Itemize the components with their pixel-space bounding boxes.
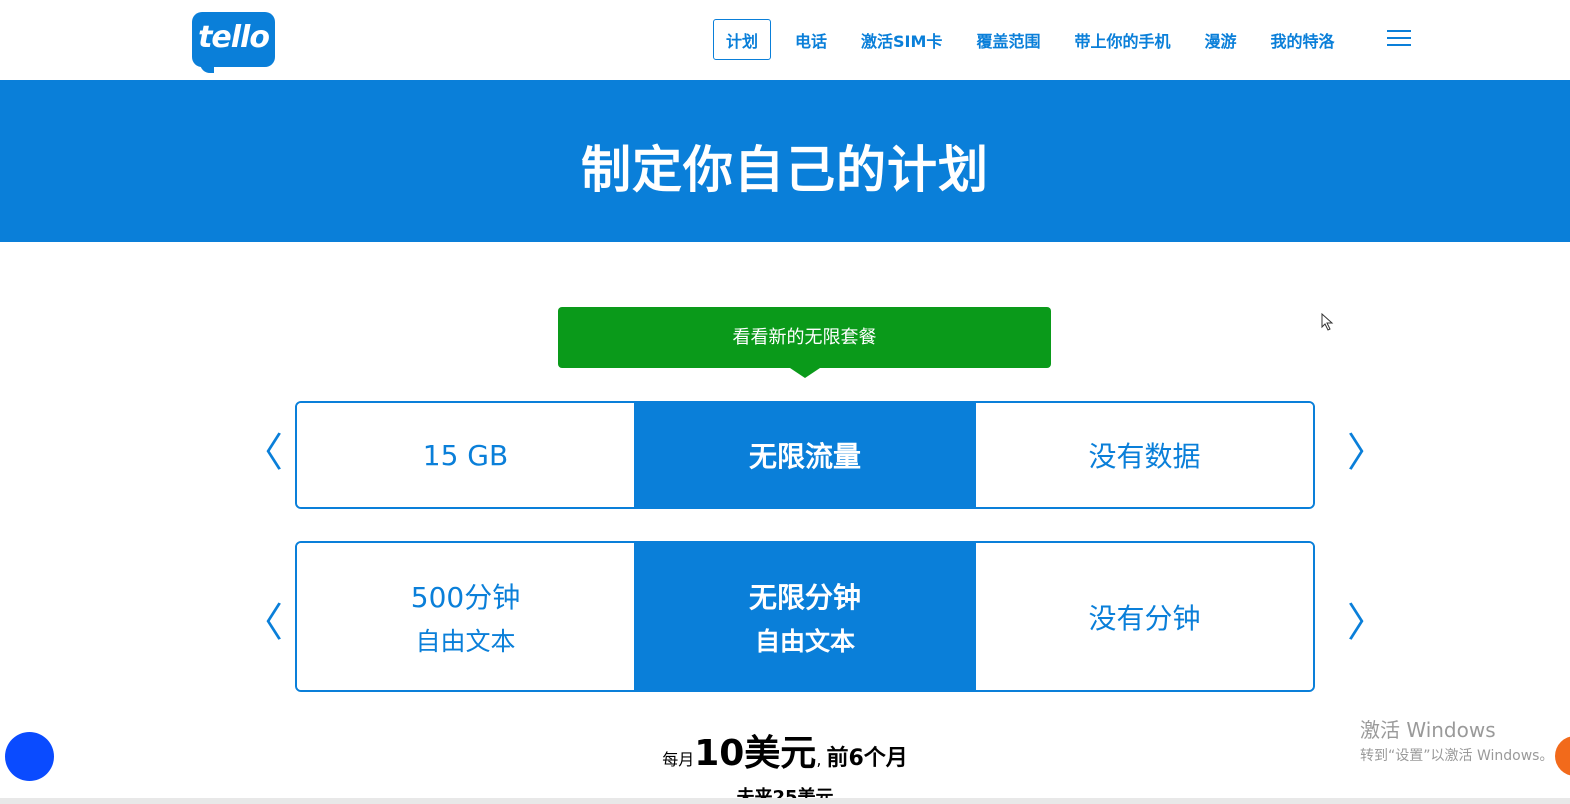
nav-item-plans[interactable]: 计划: [713, 19, 772, 60]
logo-text: tello: [198, 20, 270, 55]
nav-item-activate-sim[interactable]: 激活SIM卡: [849, 19, 954, 60]
data-option-label: 无限流量: [748, 440, 861, 473]
minutes-option-unlimited[interactable]: 无限分钟 自由文本: [634, 543, 976, 690]
data-option-label: 15 GB: [422, 438, 509, 472]
site-header: tello 计划 电话 激活SIM卡 覆盖范围 带上你的手机 漫游 我的特洛: [0, 0, 1570, 80]
minutes-option-label: 没有分钟: [1088, 601, 1201, 635]
chevron-left-icon[interactable]: 〈: [243, 603, 283, 643]
chevron-right-icon[interactable]: 〉: [1347, 603, 1387, 643]
data-option-unlimited[interactable]: 无限流量: [634, 403, 976, 507]
watermark-title: 激活 Windows: [1360, 718, 1496, 742]
hero-banner: 制定你自己的计划: [0, 80, 1570, 242]
data-selector: 15 GB 无限流量 没有数据: [295, 401, 1315, 509]
plan-price: 每月10美元, 前6个月: [0, 724, 1570, 776]
price-prefix: 每月: [662, 750, 695, 769]
minutes-selector: 500分钟 自由文本 无限分钟 自由文本 没有分钟: [295, 541, 1315, 692]
page-title: 制定你自己的计划: [581, 141, 989, 199]
minutes-option-sub: 自由文本: [415, 626, 516, 656]
data-option-15gb[interactable]: 15 GB: [297, 403, 634, 507]
windows-activation-watermark: 激活 Windows 转到“设置”以激活 Windows。: [1360, 714, 1553, 765]
price-period: 前6个月: [826, 746, 908, 771]
nav-item-my-tello[interactable]: 我的特洛: [1258, 19, 1346, 60]
horizontal-scrollbar[interactable]: [0, 798, 1570, 804]
price-separator: ,: [816, 750, 822, 769]
main-nav: 计划 电话 激活SIM卡 覆盖范围 带上你的手机 漫游 我的特洛: [713, 19, 1357, 60]
chevron-left-icon[interactable]: 〈: [243, 433, 283, 473]
price-amount: 10美元: [694, 733, 817, 774]
minutes-option-none[interactable]: 没有分钟: [976, 543, 1313, 690]
chat-icon[interactable]: [5, 732, 54, 781]
mouse-cursor-icon: [1321, 313, 1334, 331]
chevron-right-icon[interactable]: 〉: [1347, 433, 1387, 473]
nav-item-roaming[interactable]: 漫游: [1192, 19, 1248, 60]
watermark-subtitle: 转到“设置”以激活 Windows。: [1360, 748, 1554, 764]
unlimited-plans-button[interactable]: 看看新的无限套餐: [558, 307, 1051, 378]
minutes-option-500[interactable]: 500分钟 自由文本: [297, 543, 634, 690]
data-option-label: 没有数据: [1088, 440, 1201, 473]
nav-item-bring-your-phone[interactable]: 带上你的手机: [1062, 19, 1182, 60]
minutes-option-sub: 自由文本: [754, 626, 855, 656]
nav-item-coverage[interactable]: 覆盖范围: [964, 19, 1052, 60]
data-option-none[interactable]: 没有数据: [976, 403, 1313, 507]
hamburger-icon[interactable]: [1387, 30, 1411, 48]
minutes-option-label: 无限分钟: [748, 580, 861, 614]
tello-logo[interactable]: tello: [192, 12, 275, 73]
minutes-option-label: 500分钟: [410, 580, 521, 614]
nav-item-phones[interactable]: 电话: [783, 19, 839, 60]
